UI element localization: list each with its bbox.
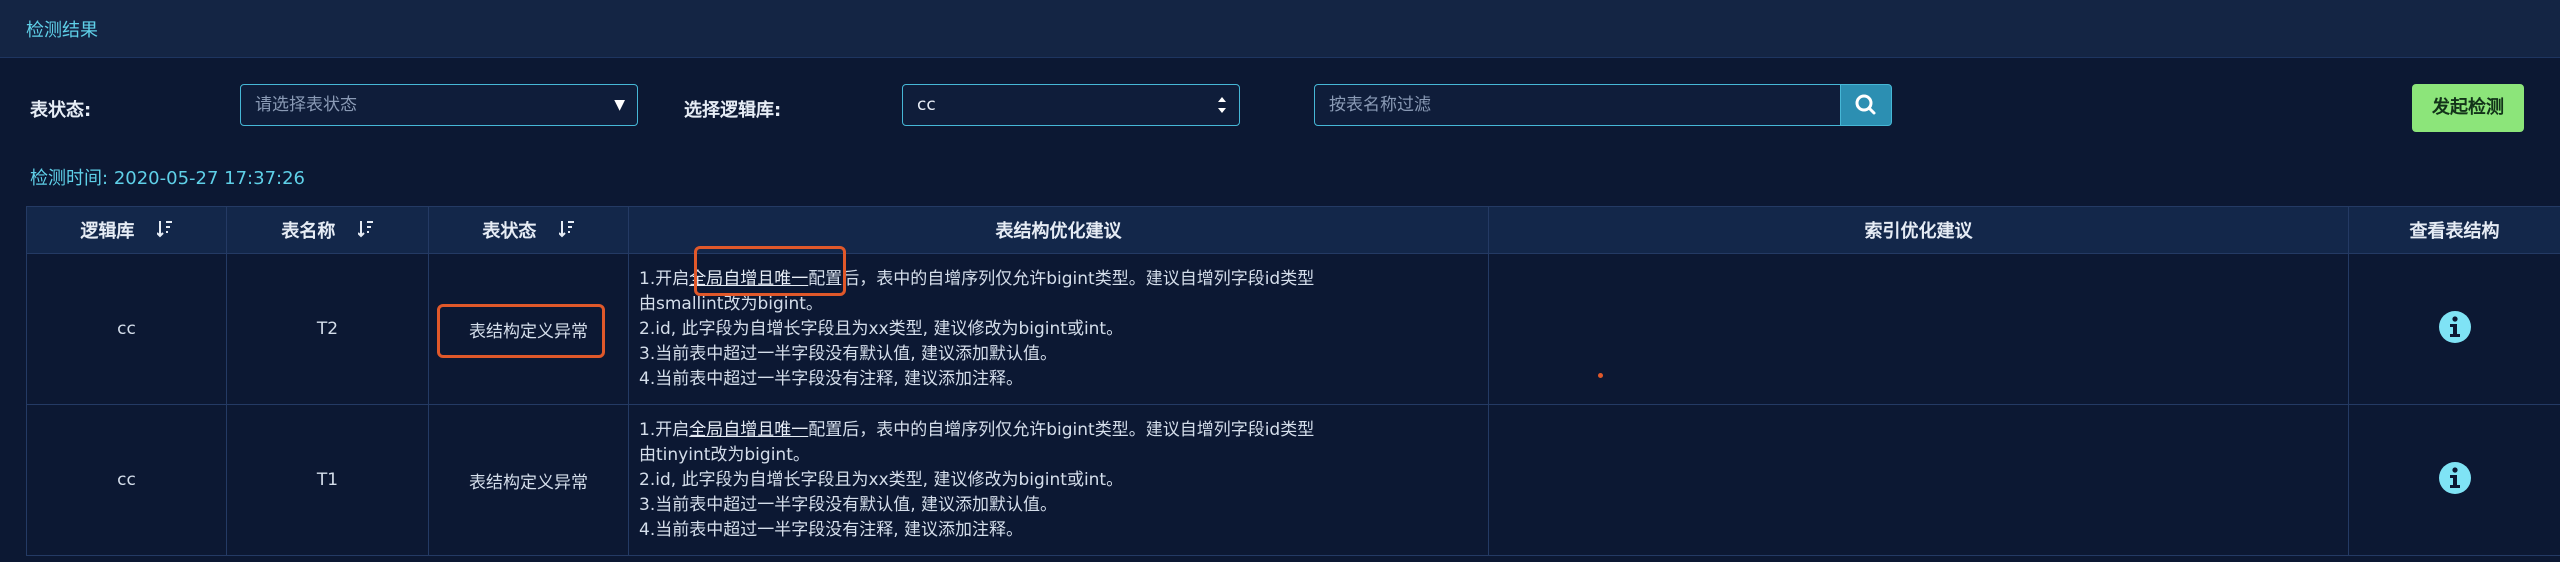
- annotation-dot: [1598, 373, 1603, 378]
- col-db-header[interactable]: 逻辑库: [26, 206, 227, 254]
- sort-icon[interactable]: [557, 220, 575, 243]
- suggestion-line: 2.id, 此字段为自增长字段且为xx类型, 建议修改为bigint或int。: [639, 469, 1124, 490]
- cell-structure-suggestion: 1.开启全局自增且唯一配置后，表中的自增序列仅允许bigint类型。建议自增列字…: [628, 404, 1489, 556]
- db-filter-label: 选择逻辑库:: [684, 100, 782, 121]
- suggestion-line: 4.当前表中超过一半字段没有注释, 建议添加注释。: [639, 519, 1024, 540]
- db-select-value: cc: [917, 95, 936, 115]
- table-row: cc T2 表结构定义异常 1.开启全局自增且唯一配置后，表中的自增序列仅允许b…: [26, 253, 2560, 405]
- results-table: 逻辑库 表名称 表状态 表结构优化建议 索引优化建议 查看表结构 cc T2 表…: [26, 206, 2560, 556]
- start-check-button[interactable]: 发起检测: [2412, 84, 2524, 132]
- caret-down-icon: ▼: [614, 97, 625, 113]
- search-button[interactable]: [1840, 84, 1892, 126]
- cell-name: T1: [226, 404, 429, 556]
- col-name-header[interactable]: 表名称: [226, 206, 429, 254]
- check-time-value: 2020-05-27 17:37:26: [113, 168, 305, 189]
- status-select-placeholder: 请选择表状态: [255, 95, 357, 115]
- cell-name: T2: [226, 253, 429, 405]
- global-autoinc-link[interactable]: 全局自增且唯一: [689, 420, 808, 440]
- info-icon[interactable]: [2438, 461, 2472, 500]
- cell-view-structure: [2348, 404, 2560, 556]
- cell-index-suggestion: [1488, 253, 2349, 405]
- sort-icon[interactable]: [356, 220, 374, 243]
- suggestion-line: 3.当前表中超过一半字段没有默认值, 建议添加默认值。: [639, 494, 1058, 515]
- suggestion-line: 2.id, 此字段为自增长字段且为xx类型, 建议修改为bigint或int。: [639, 318, 1124, 339]
- cell-db: cc: [26, 253, 227, 405]
- status-select[interactable]: 请选择表状态 ▼: [240, 84, 638, 126]
- info-icon[interactable]: [2438, 310, 2472, 349]
- suggestion-line: 由tinyint改为bigint。: [639, 444, 810, 465]
- search-icon: [1855, 94, 1876, 115]
- cell-view-structure: [2348, 253, 2560, 405]
- cell-index-suggestion: [1488, 404, 2349, 556]
- up-down-caret-icon: [1217, 85, 1227, 141]
- search-placeholder: 按表名称过滤: [1329, 95, 1431, 115]
- status-filter-label: 表状态:: [30, 100, 92, 121]
- col-index-suggestion-header: 索引优化建议: [1488, 206, 2349, 254]
- col-name-label: 表名称: [281, 220, 336, 242]
- suggestion-line: 3.当前表中超过一半字段没有默认值, 建议添加默认值。: [639, 343, 1058, 364]
- db-select[interactable]: cc: [902, 84, 1240, 126]
- table-header-row: 逻辑库 表名称 表状态 表结构优化建议 索引优化建议 查看表结构: [26, 206, 2560, 254]
- check-time-label: 检测时间:: [30, 168, 109, 189]
- cell-status: 表结构定义异常: [428, 404, 629, 556]
- table-name-search-input[interactable]: 按表名称过滤: [1314, 84, 1842, 126]
- highlight-box-link: [694, 246, 846, 296]
- highlight-box-status: [437, 304, 605, 358]
- cell-db: cc: [26, 404, 227, 556]
- check-time: 检测时间: 2020-05-27 17:37:26: [30, 164, 305, 190]
- col-db-label: 逻辑库: [80, 220, 135, 242]
- col-status-header[interactable]: 表状态: [428, 206, 629, 254]
- page-title: 检测结果: [26, 20, 98, 41]
- col-view-structure-header: 查看表结构: [2348, 206, 2560, 254]
- title-bar: 检测结果: [0, 0, 2560, 58]
- sort-icon[interactable]: [155, 220, 173, 243]
- suggestion-line: 4.当前表中超过一半字段没有注释, 建议添加注释。: [639, 368, 1024, 389]
- table-row: cc T1 表结构定义异常 1.开启全局自增且唯一配置后，表中的自增序列仅允许b…: [26, 404, 2560, 556]
- col-status-label: 表状态: [482, 220, 537, 242]
- suggestion-line: 1.开启全局自增且唯一配置后，表中的自增序列仅允许bigint类型。建议自增列字…: [639, 419, 1315, 440]
